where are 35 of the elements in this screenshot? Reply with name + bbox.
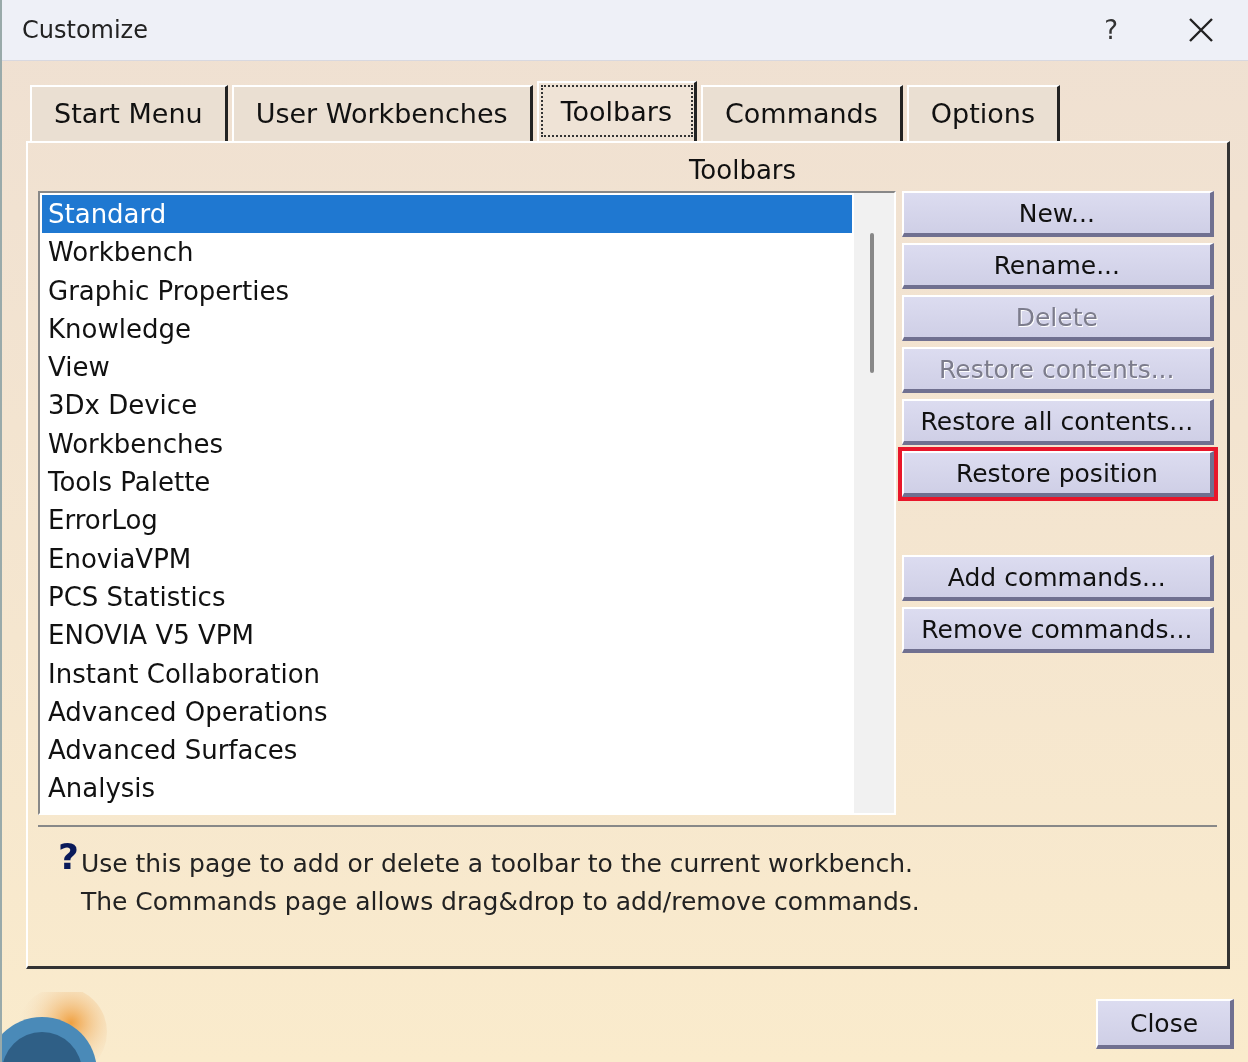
tab[interactable]: Commands xyxy=(700,85,903,141)
close-icon[interactable] xyxy=(1188,17,1214,43)
help-text: Use this page to add or delete a toolbar to the current workbench. xyxy=(80,848,915,880)
help-button[interactable]: ? xyxy=(1104,15,1118,45)
window-title: Customize xyxy=(22,16,149,44)
list-item[interactable]: 3Dx Device xyxy=(42,386,852,425)
help-text: The Commands page allows drag&drop to add/remove commands. xyxy=(80,886,920,918)
scrollbar[interactable] xyxy=(853,193,894,813)
toolbar-button[interactable]: New... xyxy=(901,191,1214,237)
tab[interactable]: Start Menu xyxy=(30,85,228,141)
panel-title: Toolbars xyxy=(688,155,797,185)
list-item[interactable]: Standard xyxy=(42,195,852,234)
list-item[interactable]: Workbenches xyxy=(42,424,852,464)
list-item[interactable]: Instant Collaboration xyxy=(42,654,852,693)
list-item[interactable]: ENOVIA V5 VPM xyxy=(42,616,852,655)
list-item[interactable]: Advanced Surfaces xyxy=(42,731,852,770)
toolbar-button[interactable]: Rename... xyxy=(901,243,1214,289)
list-item[interactable]: Analysis xyxy=(42,769,852,808)
toolbar-button[interactable]: Add commands... xyxy=(901,555,1214,601)
list-item[interactable]: EnoviaVPM xyxy=(42,539,852,578)
list-item[interactable]: Tools Palette xyxy=(42,463,852,502)
list-item[interactable]: View xyxy=(42,348,852,387)
list-item[interactable]: ErrorLog xyxy=(42,501,852,540)
list-item[interactable]: Knowledge xyxy=(42,309,852,349)
list-item[interactable]: PCS Statistics xyxy=(42,577,852,617)
list-item[interactable]: Workbench xyxy=(42,233,852,272)
list-item[interactable]: Graphic Properties xyxy=(42,271,852,310)
tab[interactable]: Toolbars xyxy=(536,81,697,141)
tab[interactable]: Options xyxy=(906,85,1060,141)
toolbar-button[interactable]: Restore all contents... xyxy=(901,399,1214,445)
help-icon: ? xyxy=(58,839,79,921)
tab[interactable]: User Workbenches xyxy=(231,85,533,141)
close-button[interactable]: Close xyxy=(1096,999,1234,1049)
toolbar-button[interactable]: Remove commands... xyxy=(901,607,1214,653)
list-item[interactable]: Advanced Operations xyxy=(42,692,852,732)
